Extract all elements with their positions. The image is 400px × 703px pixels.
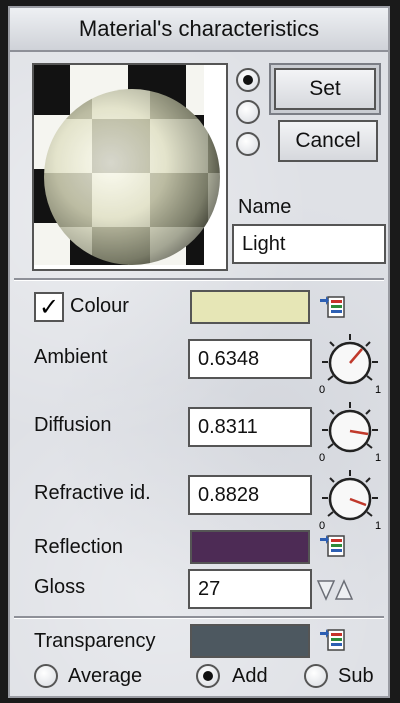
diffusion-value: 0.8311 [198, 415, 258, 438]
material-preview [32, 63, 228, 271]
name-label: Name [238, 196, 292, 218]
average-label: Average [68, 665, 143, 687]
ambient-dial[interactable]: 0 1 [318, 330, 382, 394]
set-button[interactable]: Set [274, 68, 376, 110]
gloss-field[interactable]: 27 [188, 569, 312, 609]
refractive-dial-min-label: 0 [319, 520, 325, 530]
transparency-swatch[interactable] [190, 624, 310, 658]
ambient-dial-max-label: 1 [375, 384, 381, 394]
cancel-button[interactable]: Cancel [278, 120, 378, 162]
sub-radio[interactable] [304, 664, 328, 688]
gloss-label: Gloss [34, 576, 86, 598]
set-button-label: Set [309, 77, 341, 100]
reflection-swatch[interactable] [190, 530, 310, 564]
check-mark-icon: ✓ [38, 293, 60, 321]
gloss-increase-arrow-icon [334, 579, 354, 600]
cancel-button-label: Cancel [295, 129, 361, 152]
colour-swatch[interactable] [190, 290, 310, 324]
preview-mode-radio-1[interactable] [236, 68, 260, 92]
preview-sphere-image [34, 65, 220, 265]
window-title: Material's characteristics [78, 16, 320, 41]
gloss-value: 27 [198, 577, 221, 600]
material-window: Material's characteristics Set Cancel Na… [8, 6, 390, 698]
diffusion-label: Diffusion [34, 414, 112, 436]
diffusion-dial-min-label: 0 [319, 452, 325, 462]
section-divider-top [14, 278, 384, 281]
colour-label: Colour [70, 295, 129, 317]
refractive-index-field[interactable]: 0.8828 [188, 475, 312, 515]
colour-checkbox[interactable]: ✓ [34, 292, 64, 322]
gloss-stepper-arrows[interactable] [316, 578, 356, 602]
add-label: Add [232, 665, 268, 687]
reflection-label: Reflection [34, 536, 123, 558]
diffusion-dial[interactable]: 0 1 [318, 398, 382, 462]
ambient-value: 0.6348 [198, 347, 260, 370]
refractive-index-value: 0.8828 [198, 483, 260, 506]
diffusion-field[interactable]: 0.8311 [188, 407, 312, 447]
ambient-field[interactable]: 0.6348 [188, 339, 312, 379]
diffusion-dial-max-label: 1 [375, 452, 381, 462]
gloss-decrease-arrow-icon [316, 580, 336, 601]
add-radio[interactable] [196, 664, 220, 688]
refractive-dial-max-label: 1 [375, 520, 381, 530]
name-field[interactable]: Light [232, 224, 386, 264]
refractive-index-label: Refractive id. [34, 482, 151, 504]
preview-mode-radio-3[interactable] [236, 132, 260, 156]
window-title-bar[interactable]: Material's characteristics [10, 8, 388, 52]
sub-label: Sub [338, 665, 374, 687]
refractive-index-dial[interactable]: 0 1 [318, 466, 382, 530]
average-radio[interactable] [34, 664, 58, 688]
transparency-label: Transparency [34, 630, 156, 652]
reflection-picker-menu-icon[interactable] [320, 532, 346, 560]
transparency-picker-menu-icon[interactable] [320, 626, 346, 654]
name-field-value: Light [242, 232, 286, 255]
section-divider-bottom [14, 616, 384, 619]
ambient-dial-min-label: 0 [319, 384, 325, 394]
ambient-label: Ambient [34, 346, 108, 368]
preview-mode-radio-2[interactable] [236, 100, 260, 124]
colour-picker-menu-icon[interactable] [320, 293, 346, 321]
